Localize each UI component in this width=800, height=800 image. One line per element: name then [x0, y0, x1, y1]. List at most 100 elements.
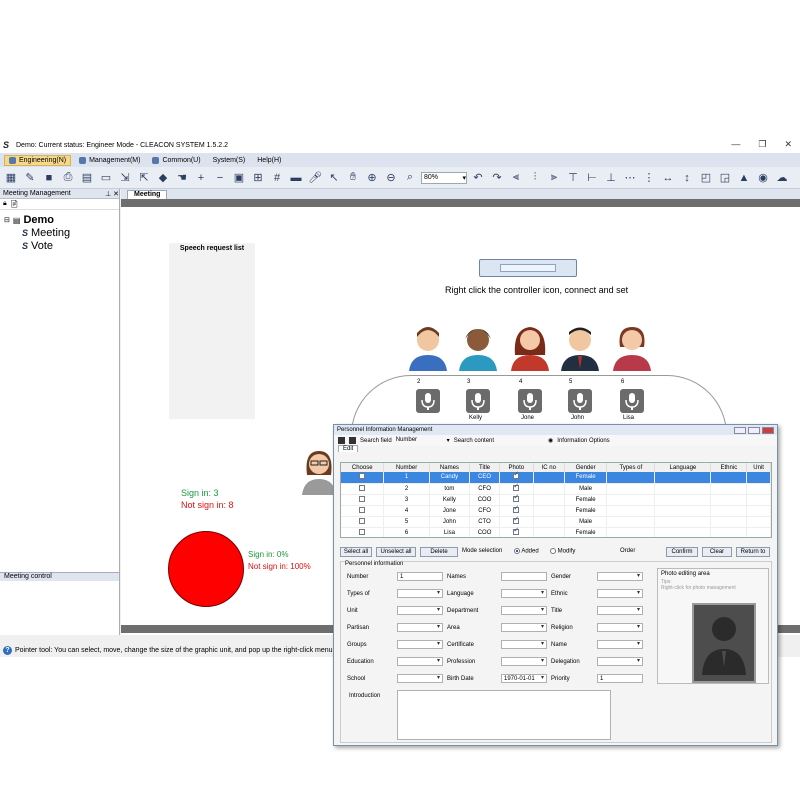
column-header[interactable]: Unit	[746, 463, 771, 472]
import-icon[interactable]: ⇱	[136, 170, 152, 186]
minimize-icon[interactable]: —	[731, 139, 740, 150]
delegate-mic-unit[interactable]	[518, 389, 542, 413]
introduction-textarea[interactable]	[397, 690, 611, 740]
row-checkbox[interactable]	[359, 473, 366, 480]
menu-system[interactable]: System(S)	[209, 156, 250, 165]
print-icon[interactable]: ⎙	[60, 170, 76, 186]
align-top-icon[interactable]: ⊤	[565, 170, 581, 186]
delegate-mic-unit[interactable]	[416, 389, 440, 413]
layout-icon[interactable]: ▦	[3, 170, 19, 186]
profession-select[interactable]	[501, 657, 547, 666]
tab-meeting[interactable]: Meeting	[127, 190, 168, 199]
shape-icon[interactable]: ◆	[155, 170, 171, 186]
number-input[interactable]: 1	[397, 572, 443, 581]
delegate-avatar-icon[interactable]	[611, 325, 653, 371]
dialog-close-icon[interactable]	[762, 426, 774, 434]
expand-icon[interactable]: ⊟	[4, 216, 10, 224]
mode-modify-radio[interactable]: Modify	[550, 548, 575, 555]
row-checkbox[interactable]	[359, 517, 366, 524]
school-select[interactable]	[397, 674, 443, 683]
same-width-icon[interactable]: ↔	[660, 170, 676, 186]
distribute-vertical-icon[interactable]: ⋮	[641, 170, 657, 186]
column-header[interactable]: Title	[469, 463, 500, 472]
block-icon[interactable]: ▬	[288, 170, 304, 186]
return-to-button[interactable]: Return to	[736, 547, 770, 557]
delegate-avatar-icon[interactable]	[559, 325, 601, 371]
dialog-minimize-icon[interactable]	[734, 426, 746, 434]
table-row[interactable]: 2tomCFO Male	[341, 482, 771, 495]
menu-engineering[interactable]: Engineering(N)	[4, 154, 72, 166]
export-icon[interactable]: ⇲	[117, 170, 133, 186]
new-item-icon[interactable]: 📄︎	[10, 200, 19, 208]
controller-device-icon[interactable]	[479, 259, 577, 277]
delegate-avatar-icon[interactable]	[407, 325, 449, 371]
name-select[interactable]	[597, 640, 643, 649]
column-header[interactable]: Choose	[341, 463, 385, 472]
new-document-icon[interactable]: ▭	[98, 170, 114, 186]
confirm-button[interactable]: Confirm	[666, 547, 698, 557]
delegate-mic-unit[interactable]	[466, 389, 490, 413]
religion-select[interactable]	[597, 623, 643, 632]
certificate-select[interactable]	[501, 640, 547, 649]
align-bottom-icon[interactable]: ⊥	[603, 170, 619, 186]
minus-icon[interactable]: −	[212, 170, 228, 186]
table-row[interactable]: 5JohnCTO Male	[341, 515, 771, 528]
snap-grid-icon[interactable]: #	[269, 170, 285, 186]
language-select[interactable]	[501, 589, 547, 598]
column-header[interactable]: Language	[654, 463, 712, 472]
delegate-avatar-icon[interactable]	[509, 325, 551, 371]
delegation-select[interactable]	[597, 657, 643, 666]
partisan-select[interactable]	[397, 623, 443, 632]
photo-editing-area[interactable]: Photo editing area Tips: Right-click for…	[657, 568, 769, 684]
row-checkbox[interactable]	[359, 528, 366, 535]
hand-pan-icon[interactable]: ✋︎	[345, 170, 361, 186]
same-height-icon[interactable]: ↕	[679, 170, 695, 186]
table-row[interactable]: 3KellyCOO Female	[341, 493, 771, 506]
eye-icon[interactable]: ◉	[755, 170, 771, 186]
education-select[interactable]	[397, 657, 443, 666]
table-row[interactable]: 1CandyCEO Female	[341, 470, 771, 484]
column-header[interactable]: Number	[383, 463, 430, 472]
row-checkbox[interactable]	[359, 495, 366, 502]
search-field-select[interactable]: Number ▾	[396, 437, 450, 444]
delegate-mic-unit[interactable]	[568, 389, 592, 413]
column-header[interactable]: IC no	[533, 463, 565, 472]
microphone-icon[interactable]: 🎤︎	[307, 170, 323, 186]
select-all-button[interactable]: Select all	[340, 547, 372, 557]
row-checkbox[interactable]	[359, 506, 366, 513]
gender-select[interactable]	[597, 572, 643, 581]
menu-common[interactable]: Common(U)	[148, 156, 204, 165]
pin-icon[interactable]: ⊥	[105, 191, 111, 198]
redo-icon[interactable]: ↷	[489, 170, 505, 186]
area-select[interactable]	[501, 623, 547, 632]
groups-select[interactable]	[397, 640, 443, 649]
delegate-mic-unit[interactable]	[620, 389, 644, 413]
birth-date-picker[interactable]: 1970-01-01	[501, 674, 547, 683]
align-center-icon[interactable]: ⫶	[527, 170, 543, 186]
image-icon[interactable]: ▣	[231, 170, 247, 186]
dialog-maximize-icon[interactable]	[748, 426, 760, 434]
tree-item-vote[interactable]: S Vote	[22, 240, 119, 252]
menu-management[interactable]: Management(M)	[75, 156, 144, 165]
align-right-icon[interactable]: ⫸	[546, 170, 562, 186]
mode-added-radio[interactable]: Added	[514, 548, 539, 555]
lock-icon[interactable]: 🔒︎	[3, 200, 7, 208]
table-row[interactable]: 4JoneCFO Female	[341, 504, 771, 517]
names-input[interactable]	[501, 572, 547, 581]
plus-icon[interactable]: +	[193, 170, 209, 186]
menu-help[interactable]: Help(H)	[253, 156, 285, 165]
info-options-button[interactable]: Information Options	[557, 438, 609, 444]
title-select[interactable]	[597, 606, 643, 615]
pointer-icon[interactable]: ↖	[326, 170, 342, 186]
speech-request-list[interactable]: Speech request list	[169, 243, 255, 419]
cursor-hand-icon[interactable]: ☚	[174, 170, 190, 186]
zoom-in-icon[interactable]: ⊕	[364, 170, 380, 186]
close-icon[interactable]: ✕	[784, 139, 792, 150]
distribute-horizontal-icon[interactable]: ⋯	[622, 170, 638, 186]
close-panel-icon[interactable]: ✕	[113, 191, 119, 198]
maximize-icon[interactable]: ❐	[758, 139, 766, 150]
align-middle-icon[interactable]: ⊢	[584, 170, 600, 186]
priority-input[interactable]: 1	[597, 674, 643, 683]
tab-edit[interactable]: Edit	[338, 445, 359, 452]
column-header[interactable]: Types of	[606, 463, 656, 472]
